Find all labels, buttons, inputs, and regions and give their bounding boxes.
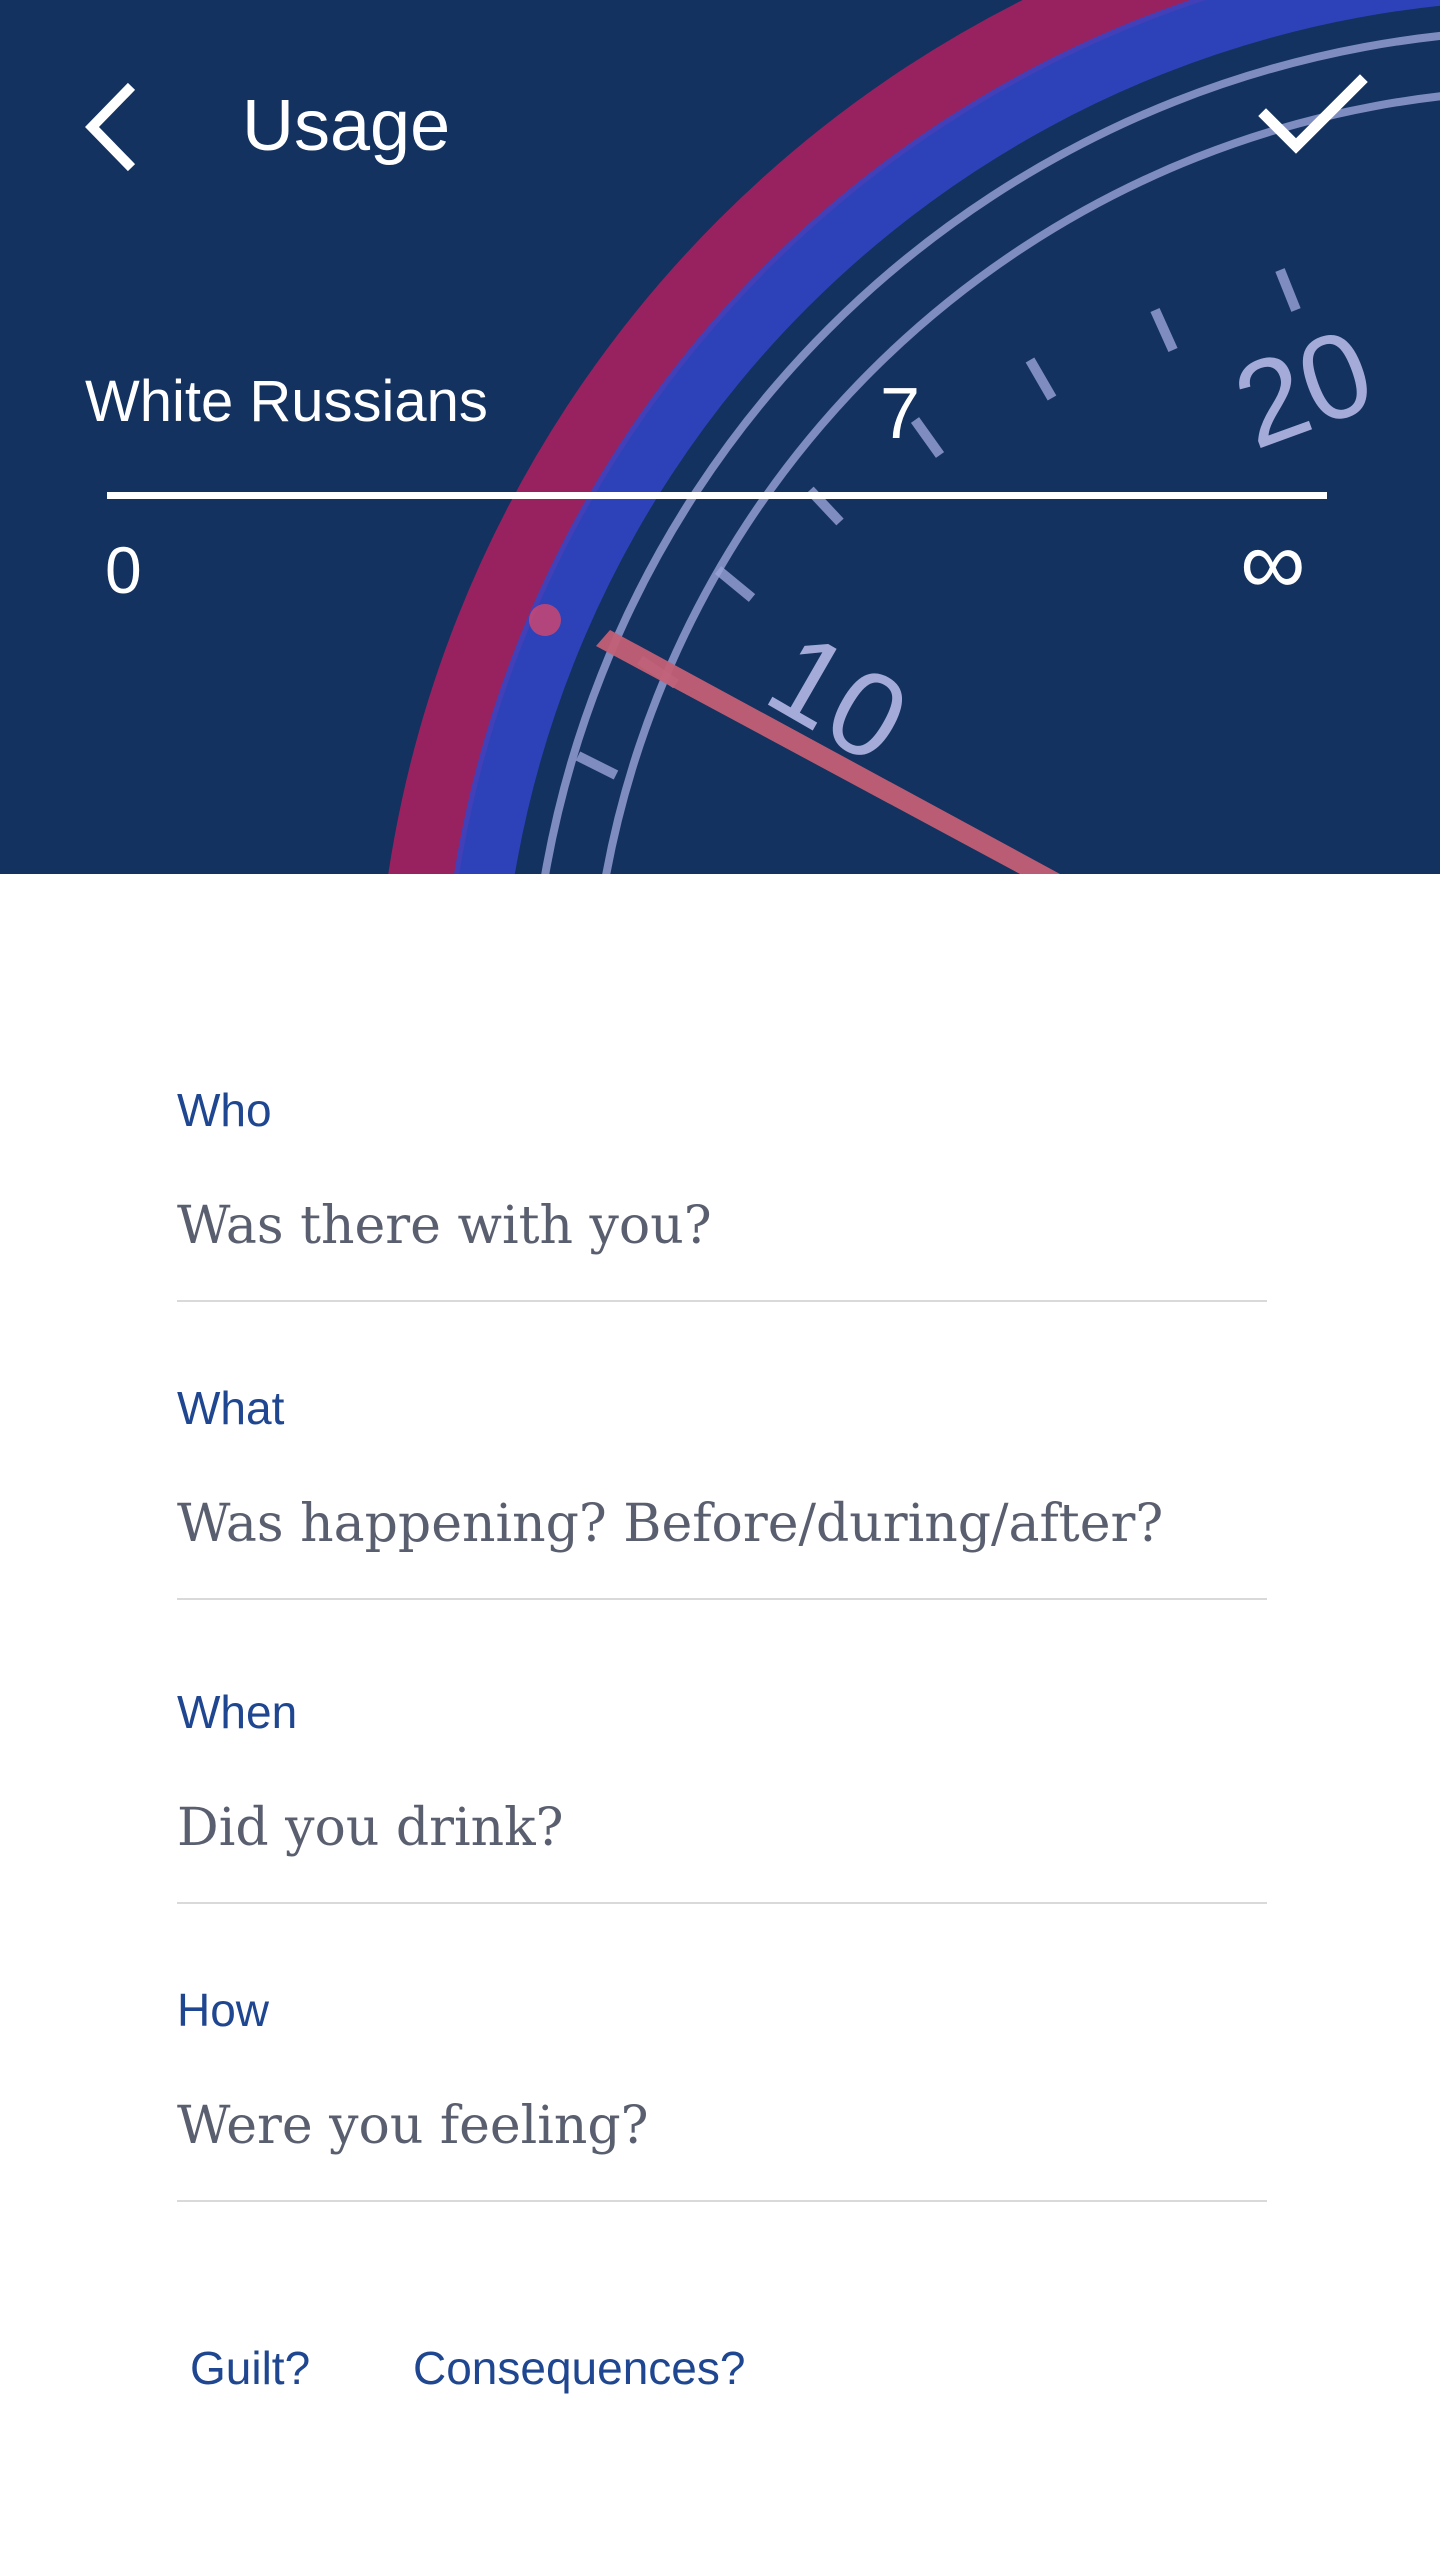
- drink-count-slider[interactable]: [107, 492, 1327, 499]
- what-field: What: [177, 1378, 1267, 1600]
- consequences-link[interactable]: Consequences?: [413, 2338, 745, 2398]
- when-field: When: [177, 1682, 1267, 1904]
- who-field-label: Who: [177, 1084, 272, 1136]
- what-field-label: What: [177, 1382, 285, 1434]
- guilt-link[interactable]: Guilt?: [190, 2338, 310, 2398]
- how-field-label: How: [177, 1984, 270, 2036]
- slider-min-label: 0: [105, 533, 142, 607]
- chevron-left-icon: [85, 82, 136, 172]
- page-title: Usage: [242, 86, 451, 166]
- gauge-label-20: 20: [1218, 303, 1389, 475]
- who-field: Who: [177, 1080, 1267, 1302]
- who-input[interactable]: [177, 1196, 1267, 1302]
- confirm-button[interactable]: [1258, 74, 1368, 164]
- what-input[interactable]: [177, 1494, 1267, 1600]
- slider-max-label: ∞: [1240, 512, 1306, 614]
- checkmark-icon: [1258, 74, 1368, 154]
- when-input[interactable]: [177, 1798, 1267, 1904]
- how-field: How: [177, 1980, 1267, 2202]
- when-field-label: When: [177, 1686, 298, 1738]
- drink-name-label: White Russians: [85, 369, 488, 434]
- how-input[interactable]: [177, 2096, 1267, 2202]
- header-banner: 20 10 Usage White Russians 7 0 ∞: [0, 0, 1440, 874]
- drink-count-value: 7: [879, 374, 921, 454]
- back-button[interactable]: [78, 82, 148, 172]
